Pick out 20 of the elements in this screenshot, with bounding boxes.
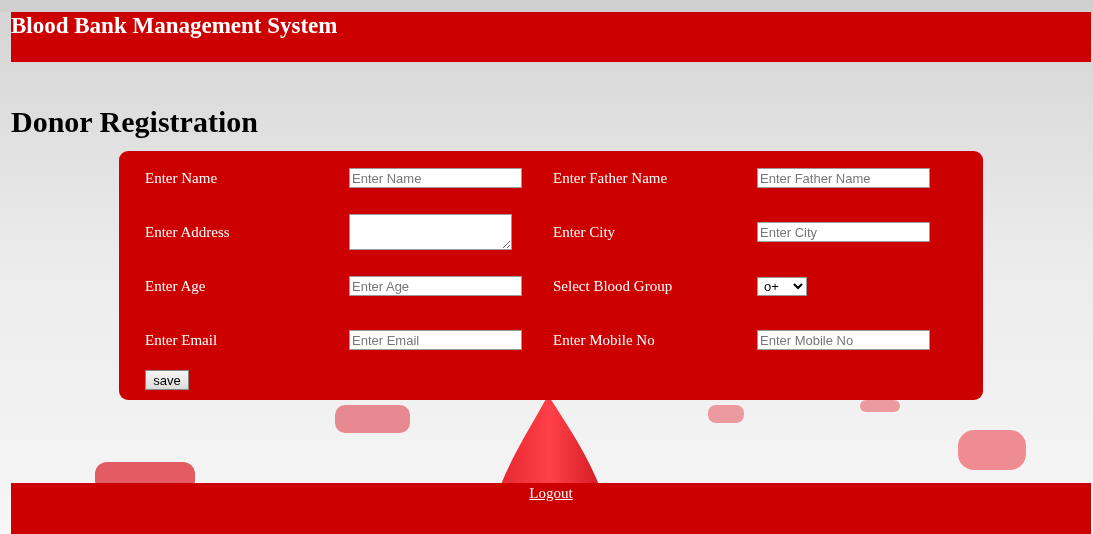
text-field[interactable]: Enter Father Name <box>757 168 930 188</box>
save-button[interactable]: save <box>145 370 189 390</box>
logout-link[interactable]: Logout <box>529 484 573 502</box>
field-label: Select Blood Group <box>553 277 673 296</box>
app-title: Blood Bank Management System <box>11 12 338 40</box>
field-label: Enter Address <box>145 223 230 242</box>
page-title: Donor Registration <box>11 104 258 140</box>
text-field[interactable]: Enter Name <box>349 168 522 188</box>
field-label: Enter Email <box>145 331 218 350</box>
blood-group-dropdown[interactable]: o+ <box>757 276 807 296</box>
text-field[interactable]: Enter Mobile No <box>757 330 930 350</box>
field-label: Enter City <box>553 223 616 242</box>
text-field[interactable]: Enter Email <box>349 330 522 350</box>
text-field[interactable]: Enter Age <box>349 276 522 296</box>
field-label: Enter Age <box>145 277 206 296</box>
field-label: Enter Father Name <box>553 169 668 188</box>
field-label: Enter Name <box>145 169 218 188</box>
address-field[interactable] <box>349 214 512 250</box>
text-field[interactable]: Enter City <box>757 222 930 242</box>
field-label: Enter Mobile No <box>553 331 655 350</box>
